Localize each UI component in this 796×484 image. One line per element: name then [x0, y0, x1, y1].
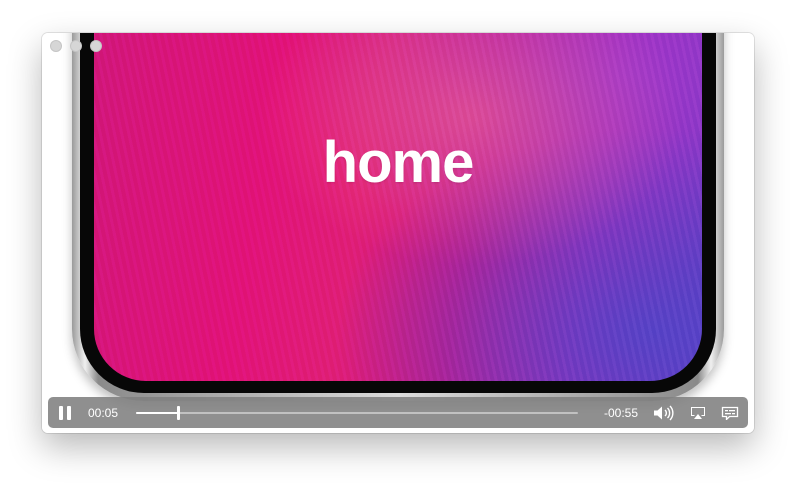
current-time: 00:05	[88, 405, 119, 420]
video-frame[interactable]: home	[42, 33, 754, 433]
progress-track	[136, 412, 578, 414]
pause-button[interactable]	[48, 397, 82, 428]
playhead-handle[interactable]	[176, 406, 180, 420]
close-window-button[interactable]	[50, 40, 62, 52]
window-controls	[50, 40, 102, 52]
zoom-window-button[interactable]	[90, 40, 102, 52]
phone-screen: home	[94, 33, 702, 381]
subtitles-button[interactable]	[716, 397, 744, 428]
volume-button[interactable]	[650, 397, 678, 428]
minimize-window-button[interactable]	[70, 40, 82, 52]
phone-frame: home	[72, 33, 724, 401]
airplay-icon	[689, 406, 707, 420]
video-player-window: home 00:05 -00:55	[42, 33, 754, 433]
subtitles-icon	[721, 406, 739, 420]
playback-controls-bar: 00:05 -00:55	[48, 397, 748, 428]
remaining-time: -00:55	[603, 405, 638, 420]
video-caption: home	[322, 130, 475, 195]
progress-fill	[136, 412, 178, 414]
volume-icon	[653, 405, 675, 421]
phone-bezel: home	[80, 33, 716, 393]
progress-scrubber[interactable]	[136, 397, 578, 428]
pause-icon	[57, 405, 73, 420]
airplay-button[interactable]	[684, 397, 712, 428]
